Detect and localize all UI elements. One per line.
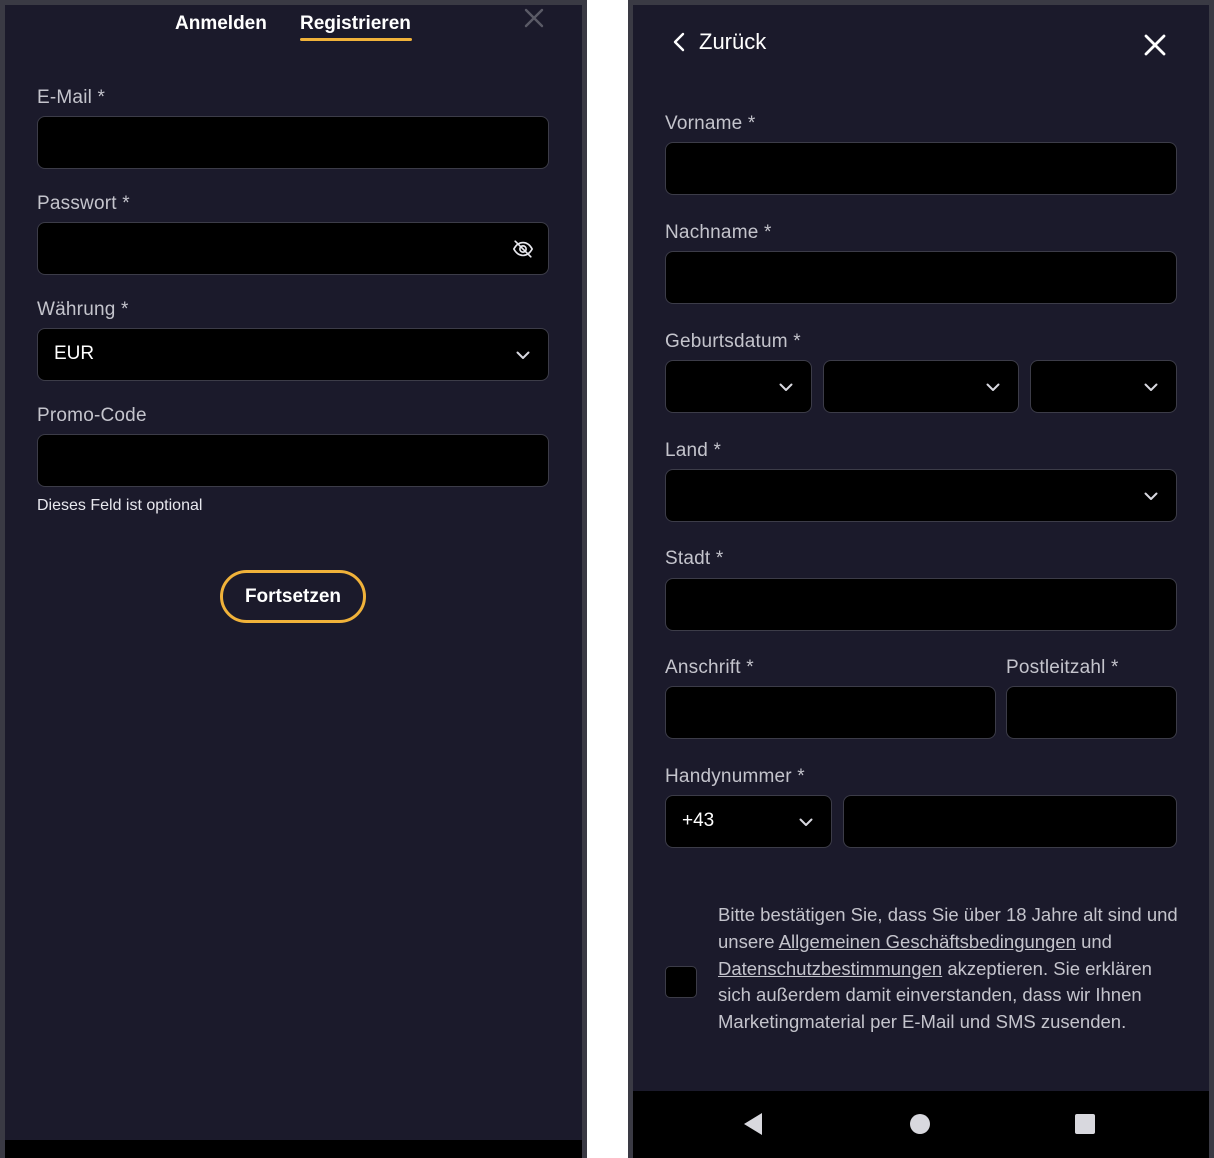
- nav-home-icon[interactable]: [909, 1113, 931, 1135]
- email-label: E-Mail *: [37, 87, 106, 108]
- close-icon[interactable]: [523, 7, 545, 29]
- password-input[interactable]: [37, 222, 549, 275]
- postal-code-input[interactable]: [1006, 686, 1177, 739]
- last-name-label: Nachname *: [665, 222, 772, 243]
- promo-label: Promo-Code: [37, 405, 147, 426]
- active-tab-indicator: [300, 38, 412, 41]
- first-name-label: Vorname *: [665, 113, 756, 134]
- tab-registrieren[interactable]: Registrieren: [300, 13, 411, 35]
- phone-label: Handynummer *: [665, 766, 805, 787]
- birth-day-select[interactable]: [665, 360, 812, 413]
- eye-off-icon[interactable]: [512, 238, 534, 260]
- city-label: Stadt *: [665, 548, 724, 569]
- chevron-down-icon: [1144, 383, 1158, 391]
- nav-back-icon[interactable]: [741, 1111, 765, 1137]
- chevron-down-icon: [516, 351, 530, 359]
- password-label: Passwort *: [37, 193, 130, 214]
- personal-details-screen: Zurück Vorname * Nachname * Geburtsdatum…: [628, 0, 1214, 1158]
- back-button[interactable]: Zurück: [669, 29, 766, 55]
- chevron-down-icon: [799, 818, 813, 826]
- tab-anmelden[interactable]: Anmelden: [175, 13, 267, 35]
- country-label: Land *: [665, 440, 722, 461]
- terms-text-part: und: [1075, 930, 1112, 952]
- nav-recents-icon[interactable]: [1074, 1113, 1096, 1135]
- first-name-input[interactable]: [665, 142, 1177, 195]
- continue-button[interactable]: Fortsetzen: [220, 570, 366, 623]
- bottom-bar: [5, 1140, 582, 1158]
- birthdate-label: Geburtsdatum *: [665, 331, 801, 352]
- country-select[interactable]: [665, 469, 1177, 522]
- close-icon[interactable]: [1142, 32, 1168, 58]
- birth-month-select[interactable]: [823, 360, 1019, 413]
- terms-checkbox[interactable]: [665, 966, 697, 998]
- promo-hint: Dieses Feld ist optional: [37, 497, 203, 514]
- privacy-link[interactable]: Datenschutzbestimmungen: [718, 958, 942, 979]
- terms-link[interactable]: Allgemeinen Geschäftsbedingungen: [779, 931, 1076, 952]
- currency-value: EUR: [54, 343, 95, 364]
- email-input[interactable]: [37, 116, 549, 169]
- phone-prefix-value: +43: [682, 810, 715, 831]
- chevron-left-icon: [673, 32, 685, 52]
- chevron-down-icon: [986, 383, 1000, 391]
- city-input[interactable]: [665, 578, 1177, 631]
- android-nav-bar: [633, 1091, 1209, 1158]
- registration-screen: Anmelden Registrieren E-Mail * Passwort …: [0, 0, 587, 1158]
- last-name-input[interactable]: [665, 251, 1177, 304]
- birth-year-select[interactable]: [1030, 360, 1177, 413]
- phone-number-input[interactable]: [843, 795, 1177, 848]
- currency-label: Währung *: [37, 299, 129, 320]
- terms-text: Bitte bestätigen Sie, dass Sie über 18 J…: [718, 902, 1180, 1036]
- promo-input[interactable]: [37, 434, 549, 487]
- back-label: Zurück: [699, 29, 767, 54]
- address-label: Anschrift *: [665, 657, 754, 678]
- chevron-down-icon: [779, 383, 793, 391]
- address-input[interactable]: [665, 686, 996, 739]
- phone-prefix-select[interactable]: +43: [665, 795, 832, 848]
- currency-select[interactable]: EUR: [37, 328, 549, 381]
- chevron-down-icon: [1144, 492, 1158, 500]
- postal-code-label: Postleitzahl *: [1006, 657, 1119, 678]
